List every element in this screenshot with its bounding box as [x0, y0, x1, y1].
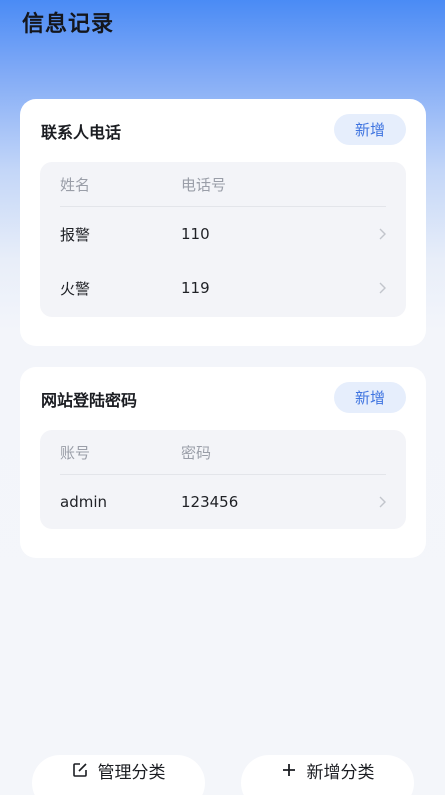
category-title: 网站登陆密码	[41, 391, 138, 410]
entry-name: admin	[60, 493, 107, 511]
chevron-right-icon	[379, 228, 386, 240]
column-header: 姓名	[60, 175, 91, 194]
entry-name: 火警	[60, 279, 91, 298]
column-header: 账号	[60, 443, 91, 462]
chevron-right-icon	[379, 282, 386, 294]
manage-categories-button[interactable]: 管理分类	[32, 755, 205, 795]
column-header: 密码	[181, 443, 212, 462]
table-header: 姓名 电话号	[40, 162, 406, 206]
edit-icon	[72, 763, 87, 777]
add-category-label: 新增分类	[306, 762, 375, 783]
plus-icon	[282, 764, 295, 776]
entry-name: 报警	[60, 225, 91, 244]
chevron-right-icon	[379, 496, 386, 508]
category-card-contacts: 联系人电话 新增 姓名 电话号 报警 110 火警 119	[20, 99, 426, 346]
page-title: 信息记录	[22, 12, 115, 37]
divider	[60, 206, 386, 207]
add-entry-button[interactable]: 新增	[334, 114, 406, 145]
entry-table: 账号 密码 admin 123456	[40, 430, 406, 529]
manage-categories-label: 管理分类	[97, 762, 166, 783]
category-card-accounts: 网站登陆密码 新增 账号 密码 admin 123456	[20, 367, 426, 558]
table-header: 账号 密码	[40, 430, 406, 474]
entry-value: 119	[181, 279, 210, 297]
entry-value: 123456	[181, 493, 239, 511]
entry-table: 姓名 电话号 报警 110 火警 119	[40, 162, 406, 317]
entry-value: 110	[181, 225, 210, 243]
table-row[interactable]: 火警 119	[40, 266, 406, 310]
column-header: 电话号	[181, 175, 227, 194]
table-row[interactable]: 报警 110	[40, 212, 406, 256]
add-category-button[interactable]: 新增分类	[241, 755, 414, 795]
add-entry-button[interactable]: 新增	[334, 382, 406, 413]
category-title: 联系人电话	[41, 123, 122, 142]
table-row[interactable]: admin 123456	[40, 480, 406, 524]
divider	[60, 474, 386, 475]
